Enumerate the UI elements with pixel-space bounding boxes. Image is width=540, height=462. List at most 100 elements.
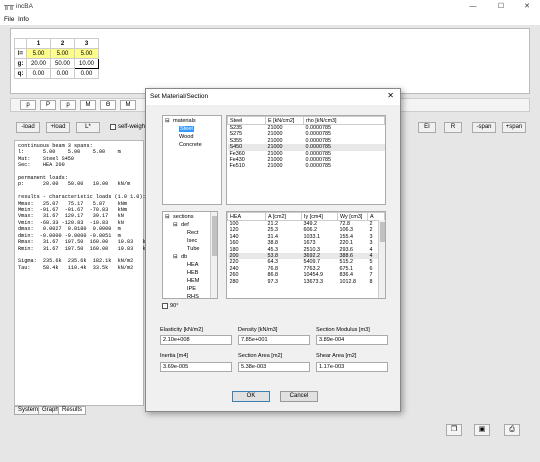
section-def[interactable]: def [181,222,189,228]
table-cell: 72.8 [339,221,351,227]
length-cell[interactable]: 5.00 [50,48,75,59]
db-collapse-icon[interactable]: ⊟ [173,254,178,260]
materials-tree: ⊟ materials Steel Wood Concrete [162,115,222,205]
table-cell: 13673.3 [303,278,324,285]
moment-end-button[interactable]: M [120,100,136,110]
material-concrete[interactable]: Concrete [179,142,202,148]
materials-col-grade: Steel [227,116,266,125]
dialog-close-icon[interactable]: ✕ [387,91,394,100]
density-field[interactable]: 7.85e+001 [238,335,310,345]
shear-area-label: Shear Area [m2] [316,353,357,359]
partial-load-button[interactable]: p [60,100,76,110]
materials-collapse-icon[interactable]: ⊟ [165,118,170,124]
menu-file[interactable]: File [4,16,14,23]
sections-table: HEA A [cm2] Iy [cm4] Wy [cm3] A 100 21.2 3… [226,211,386,299]
menu-bar: File Info [0,14,540,25]
materials-root[interactable]: materials [173,118,196,124]
sections-col-wy: Wy [cm3] [337,212,368,221]
title-bar: ╥╥ incBA — ☐ ✕ [0,0,540,14]
table-cell: 100 [229,221,239,227]
reaction-button[interactable]: R [444,122,462,133]
section-rhs[interactable]: RHS [187,294,199,300]
elasticity-field[interactable]: 2.10e+008 [160,335,232,345]
close-icon[interactable]: ✕ [516,1,538,13]
minimize-icon[interactable]: — [462,1,484,13]
materials-col-e: E [kN/cm2] [265,116,304,125]
shear-area-field[interactable]: 1.17e-003 [316,362,388,372]
row-label-g: g: [14,58,27,69]
table-cell: Fe510 [229,163,245,170]
table-cell: 21000 [267,125,283,131]
results-text: continuous beam 3 spans: l: 5.00 5.00 5.… [18,143,149,271]
section-area-field[interactable]: 5.38e-003 [238,362,310,372]
span-header-3: 3 [74,38,99,49]
sections-table-scrollbar[interactable] [378,220,385,298]
def-collapse-icon[interactable]: ⊟ [173,222,178,228]
line-load-button[interactable]: p [20,100,36,110]
length-cell[interactable]: 5.00 [74,48,99,59]
self-weight-checkbox[interactable] [110,124,116,130]
copy-icon[interactable]: ❐ [446,424,462,436]
section-heb[interactable]: HEB [187,270,199,276]
tab-results[interactable]: Results [58,406,87,415]
section-tube[interactable]: Tube [187,246,200,252]
sections-tree-scrollbar[interactable] [210,212,217,298]
dialog-title: Set Material/Section [150,93,209,100]
table-row[interactable]: Fe510 21000 0.0000785 [228,163,385,169]
app-icon: ╥╥ [4,3,14,10]
table-row[interactable]: S235 21000 0.0000785 [228,125,385,132]
ei-button[interactable]: EI [418,122,436,133]
add-span-button[interactable]: +span [502,122,526,133]
self-weight-label: self-weight [118,124,147,130]
load-g-cell[interactable]: 50.00 [50,58,75,69]
add-load-button[interactable]: +load [46,122,70,133]
remove-span-button[interactable]: -span [472,122,496,133]
sections-root[interactable]: sections [173,214,194,220]
cancel-button[interactable]: Cancel [280,391,318,402]
load-g-cell[interactable]: 20.00 [26,58,51,69]
table-cell: S235 [229,125,243,131]
menu-info[interactable]: Info [18,16,29,23]
sections-col-iy: Iy [cm4] [301,212,338,221]
point-load-button[interactable]: P [40,100,56,110]
span-header-2: 2 [50,38,75,49]
section-ipe[interactable]: IPE [187,286,196,292]
table-row[interactable]: 100 21.2 349.2 72.8 2 [228,221,385,228]
span-header-1: 1 [26,38,51,49]
material-wood[interactable]: Wood [179,134,194,140]
sections-collapse-icon[interactable]: ⊟ [165,214,170,220]
table-cell: 349.2 [303,221,318,227]
table-cell: 280 [229,278,239,285]
save-icon[interactable]: ▣ [474,424,490,436]
inertia-label: Inertia [m4] [160,353,188,359]
maximize-icon[interactable]: ☐ [490,1,512,13]
table-cell: 21000 [267,163,283,170]
table-cell: 21.2 [267,221,279,227]
row-label-l: l= [14,48,27,59]
dialog-title-bar: Set Material/Section ✕ [146,89,400,105]
section-hea[interactable]: HEA [187,262,199,268]
load-q-cell[interactable]: 0.00 [50,68,75,79]
sections-col-area: A [cm2] [265,212,302,221]
moment-load-button[interactable]: M [80,100,96,110]
remove-load-button[interactable]: -load [16,122,40,133]
table-row[interactable]: 280 97.3 13673.3 1012.8 8 [228,279,385,285]
load-q-cell[interactable]: 0.00 [26,68,51,79]
length-cell[interactable]: 5.00 [26,48,51,59]
load-q-cell[interactable]: 0.00 [74,68,99,79]
section-modulus-field[interactable]: 3.89e-004 [316,335,388,345]
section-isec[interactable]: Isec [187,238,197,244]
rotate-90-checkbox[interactable] [162,303,168,309]
section-hem[interactable]: HEM [187,278,199,284]
ok-button[interactable]: OK [232,391,270,402]
material-steel[interactable]: Steel [179,126,194,132]
section-rect[interactable]: Rect [187,230,199,236]
elasticity-label: Elasticity [kN/m2] [160,327,203,333]
load-g-cell[interactable]: 10.00 [74,58,99,69]
materials-table: Steel E [kN/cm2] rho [kN/cm3] S235 21000 0… [226,115,386,205]
print-icon[interactable]: ⎙ [504,424,520,436]
load-case-button[interactable]: L* [76,122,100,133]
inertia-field[interactable]: 3.69e-005 [160,362,232,372]
section-db[interactable]: db [181,254,187,260]
rotation-load-button[interactable]: Θ [100,100,116,110]
